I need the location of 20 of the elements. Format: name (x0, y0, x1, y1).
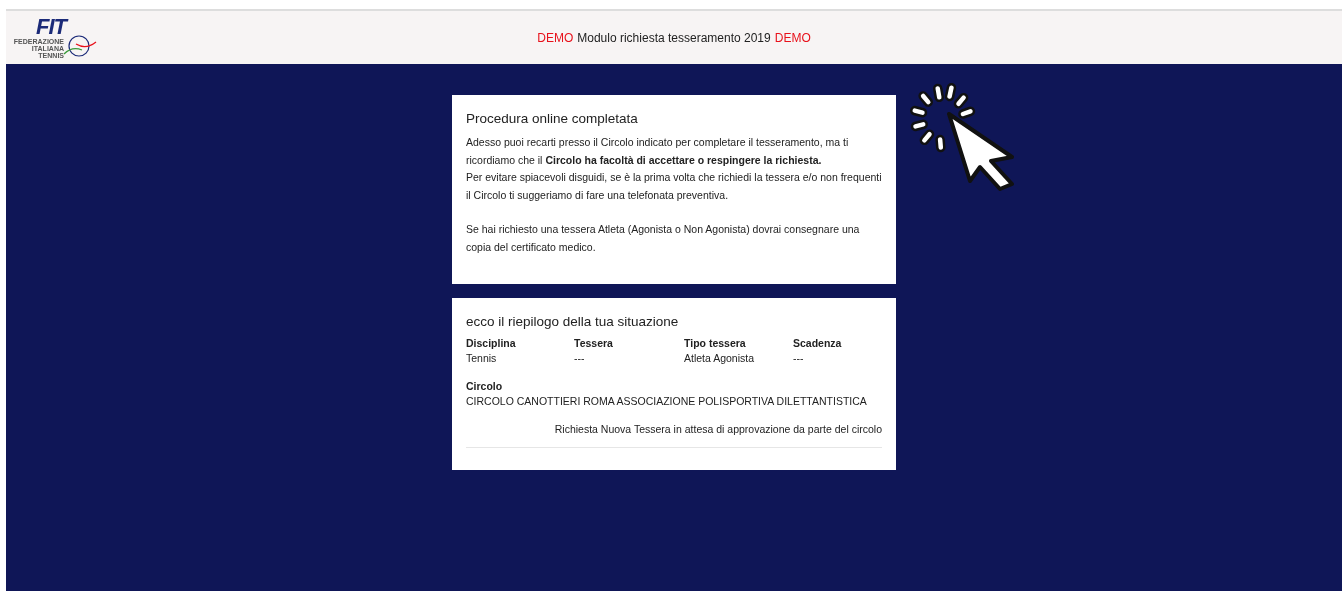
card-title: Procedura online completata (466, 111, 639, 126)
column-header: Scadenza (793, 337, 843, 349)
paragraph: Per evitare spiacevoli disguidi, se è la prima volta che richiedi la tessera e/o non frequenti il Circolo ti suggeriamo di fare una telefonata preventiva. (466, 170, 882, 203)
paragraph: Se hai richiesto una tessera Atleta (Agonista o Non Agonista) dovrai consegnare una copia del certificato medico. (466, 222, 861, 255)
column-header: Disciplina (466, 337, 517, 349)
field-value: --- (793, 352, 805, 364)
demo-label: DEMO (537, 30, 574, 45)
field-label: Circolo (466, 380, 504, 392)
tennis-ball-icon (62, 33, 98, 58)
card-title: ecco il riepilogo della tua situazione (466, 314, 680, 329)
demo-label: DEMO (774, 30, 811, 45)
field-value: --- (574, 352, 586, 364)
paragraph: Adesso puoi recarti presso il Circolo indicato per completare il tesseramento, ma ti ricordiamo che il Circolo ha facoltà di accettare o respingere la richiesta. (466, 135, 850, 168)
field-value: CIRCOLO CANOTTIERI ROMA ASSOCIAZIONE POLISPORTIVA DILETTANTISTICA (466, 395, 868, 407)
status-text: Richiesta Nuova Tessera in attesa di approvazione da parte del circolo (466, 423, 882, 448)
column-header: Tipo tessera (684, 337, 747, 349)
field-value: Tennis (466, 352, 498, 364)
page-title: Modulo richiesta tesseramento 2019 (577, 30, 771, 45)
column-header: Tessera (574, 337, 614, 349)
field-value: Atleta Agonista (684, 352, 756, 364)
